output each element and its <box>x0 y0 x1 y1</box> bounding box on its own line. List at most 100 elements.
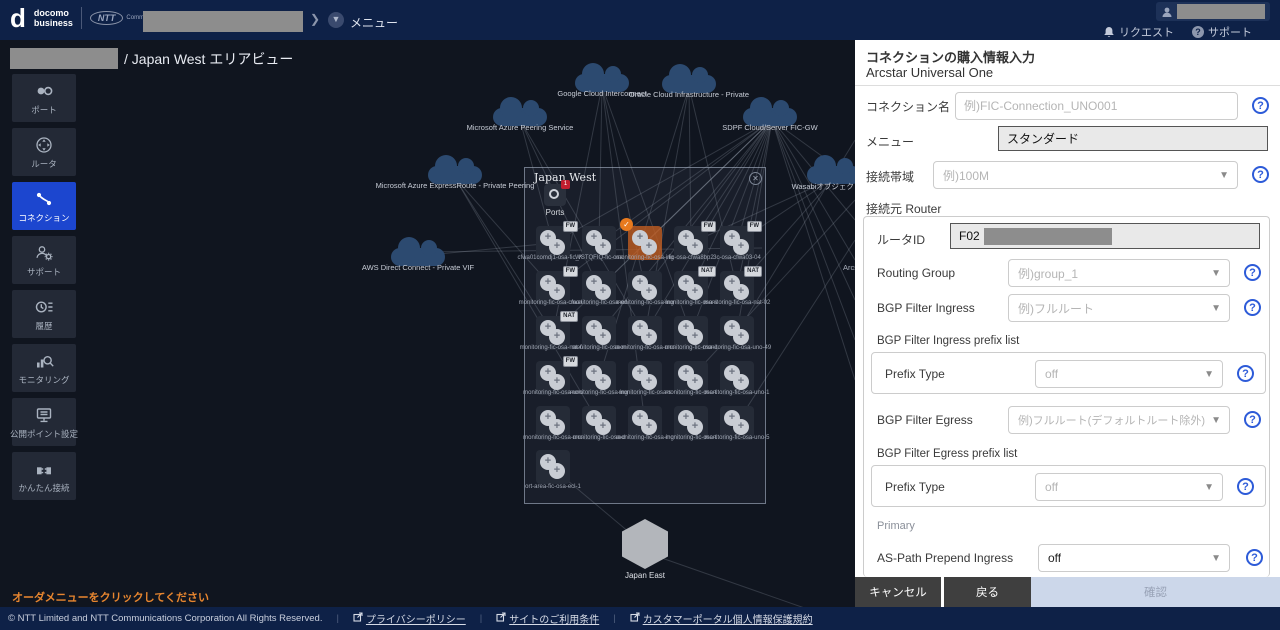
support-icon <box>34 243 54 263</box>
japan-east-node[interactable] <box>622 519 668 569</box>
caret-down-icon: ▼ <box>1219 170 1229 181</box>
connection-name-help-icon[interactable]: ? <box>1252 97 1269 114</box>
footer-link-label: カスタマーポータル個人情報保護規約 <box>643 611 813 626</box>
prefix-type-egress-select[interactable]: off ▼ <box>1035 473 1223 501</box>
external-link-icon <box>353 612 363 625</box>
router-node-label: monitoring-fic-osa-uno-1 <box>704 390 769 396</box>
source-router-section-label: 接続元 Router <box>866 200 941 217</box>
footer-divider: | <box>480 613 482 624</box>
nat-badge: NAT <box>744 266 762 277</box>
sidebar-item-history[interactable]: 履歴 <box>12 290 76 338</box>
prefix-type-ingress-label: Prefix Type <box>885 367 945 381</box>
as-path-help-icon[interactable]: ? <box>1246 549 1263 566</box>
router-icon: + <box>733 374 749 390</box>
bgp-filter-ingress-select[interactable]: 例)フルルート ▼ <box>1008 294 1230 322</box>
cancel-button[interactable]: キャンセル <box>855 577 941 607</box>
cloud-node-label: Microsoft Azure Peering Service <box>467 123 574 132</box>
router-node[interactable]: ++ <box>536 450 570 484</box>
bgp-filter-egress-label: BGP Filter Egress <box>877 413 973 427</box>
support-button[interactable]: ? サポート <box>1192 24 1252 40</box>
footer-link-1[interactable]: サイトのご利用条件 <box>496 611 599 626</box>
fw-badge: FW <box>563 221 578 232</box>
app-footer: © NTT Limited and NTT Communications Cor… <box>0 607 1280 630</box>
router-icon: + <box>733 239 749 255</box>
japan-east-label: Japan East <box>625 571 665 580</box>
router-icon: + <box>549 463 565 479</box>
history-icon <box>34 297 54 317</box>
breadcrumb: / Japan West エリアビュー <box>10 48 293 69</box>
user-account[interactable] <box>1156 2 1270 21</box>
sidebar-item-label: モニタリング <box>18 374 69 386</box>
router-icon: + <box>687 374 703 390</box>
bandwidth-help-icon[interactable]: ? <box>1252 166 1269 183</box>
cloud-node-label: Microsoft Azure ExpressRoute - Private P… <box>376 181 535 190</box>
close-icon[interactable]: ✕ <box>749 172 762 185</box>
bandwidth-select[interactable]: 例)100M ▼ <box>933 161 1238 189</box>
footer-divider: | <box>613 613 615 624</box>
prefix-type-egress-label: Prefix Type <box>885 480 945 494</box>
as-path-prepend-ingress-label: AS-Path Prepend Ingress <box>877 551 1013 565</box>
sidebar-item-port[interactable]: ポート <box>12 74 76 122</box>
primary-section-label: Primary <box>877 520 915 532</box>
as-path-prepend-ingress-select[interactable]: off ▼ <box>1038 544 1230 572</box>
router-icon: + <box>641 419 657 435</box>
menu-button[interactable]: メニュー <box>350 14 398 31</box>
prefix-type-egress-help-icon[interactable]: ? <box>1237 478 1254 495</box>
nat-badge: NAT <box>560 311 578 322</box>
footer-link-2[interactable]: カスタマーポータル個人情報保護規約 <box>630 611 813 626</box>
request-button[interactable]: リクエスト <box>1103 24 1174 40</box>
prefix-type-ingress-select[interactable]: off ▼ <box>1035 360 1223 388</box>
chevron-right-icon: ❯ <box>310 12 320 26</box>
sidebar-item-monitoring[interactable]: モニタリング <box>12 344 76 392</box>
sidebar-item-public-point[interactable]: 公開ポイント設定 <box>12 398 76 446</box>
logo-divider <box>81 7 82 29</box>
redacted-area-name <box>10 48 118 69</box>
selected-check-icon: ✓ <box>620 218 633 231</box>
router-icon: + <box>549 329 565 345</box>
router-icon: + <box>549 284 565 300</box>
routing-group-select[interactable]: 例)group_1 ▼ <box>1008 259 1230 287</box>
sidebar-item-label: コネクション <box>18 212 69 224</box>
bgp-filter-ingress-help-icon[interactable]: ? <box>1244 299 1261 316</box>
bgp-filter-ingress-label: BGP Filter Ingress <box>877 301 975 315</box>
nat-badge: NAT <box>698 266 716 277</box>
router-node-label: fic-osa-cfwa8bp2 <box>668 255 713 261</box>
redacted-tenant-name <box>143 11 303 32</box>
router-icon: + <box>733 284 749 300</box>
footer-divider: | <box>336 613 338 624</box>
fic-portal-app: d docomobusiness NTT Communications ❯ ▼ … <box>0 0 1280 630</box>
bgp-filter-egress-select[interactable]: 例)フルルート(デフォルトルート除外) ▼ <box>1008 406 1230 434</box>
user-icon <box>1161 6 1173 18</box>
caret-down-icon: ▼ <box>1204 482 1214 493</box>
docomo-logo-icon: d <box>10 5 26 31</box>
footer-link-label: サイトのご利用条件 <box>509 611 599 626</box>
sidebar-item-easy-connect[interactable]: かんたん接続 <box>12 452 76 500</box>
connection-purchase-panel: コネクションの購入情報入力 Arcstar Universal One コネクシ… <box>855 40 1280 607</box>
sidebar-item-support[interactable]: サポート <box>12 236 76 284</box>
routing-group-help-icon[interactable]: ? <box>1244 264 1261 281</box>
footer-link-0[interactable]: プライバシーポリシー <box>353 611 466 626</box>
copyright-text: © NTT Limited and NTT Communications Cor… <box>8 613 322 624</box>
panel-title: コネクションの購入情報入力 <box>866 47 1035 66</box>
router-icon: + <box>641 374 657 390</box>
router-icon: + <box>549 374 565 390</box>
back-button[interactable]: 戻る <box>944 577 1031 607</box>
chevron-down-icon[interactable]: ▼ <box>328 12 344 28</box>
bell-icon <box>1103 26 1115 39</box>
bgp-filter-egress-help-icon[interactable]: ? <box>1244 411 1261 428</box>
ports-node[interactable]: 1 <box>544 184 566 206</box>
router-icon: + <box>687 329 703 345</box>
sidebar-item-router[interactable]: ルータ <box>12 128 76 176</box>
sidebar-item-connection[interactable]: コネクション <box>12 182 76 230</box>
menu-readonly-field: スタンダード <box>998 126 1268 151</box>
connection-name-input[interactable] <box>955 92 1238 120</box>
confirm-button[interactable]: 確認 <box>1031 577 1280 607</box>
caret-down-icon: ▼ <box>1211 553 1221 564</box>
ports-alert-badge: 1 <box>561 180 570 189</box>
router-icon: + <box>595 329 611 345</box>
caret-down-icon: ▼ <box>1211 303 1221 314</box>
prefix-type-ingress-help-icon[interactable]: ? <box>1237 365 1254 382</box>
router-icon: + <box>595 284 611 300</box>
question-circle-icon: ? <box>1192 26 1204 38</box>
router-icon: + <box>687 419 703 435</box>
